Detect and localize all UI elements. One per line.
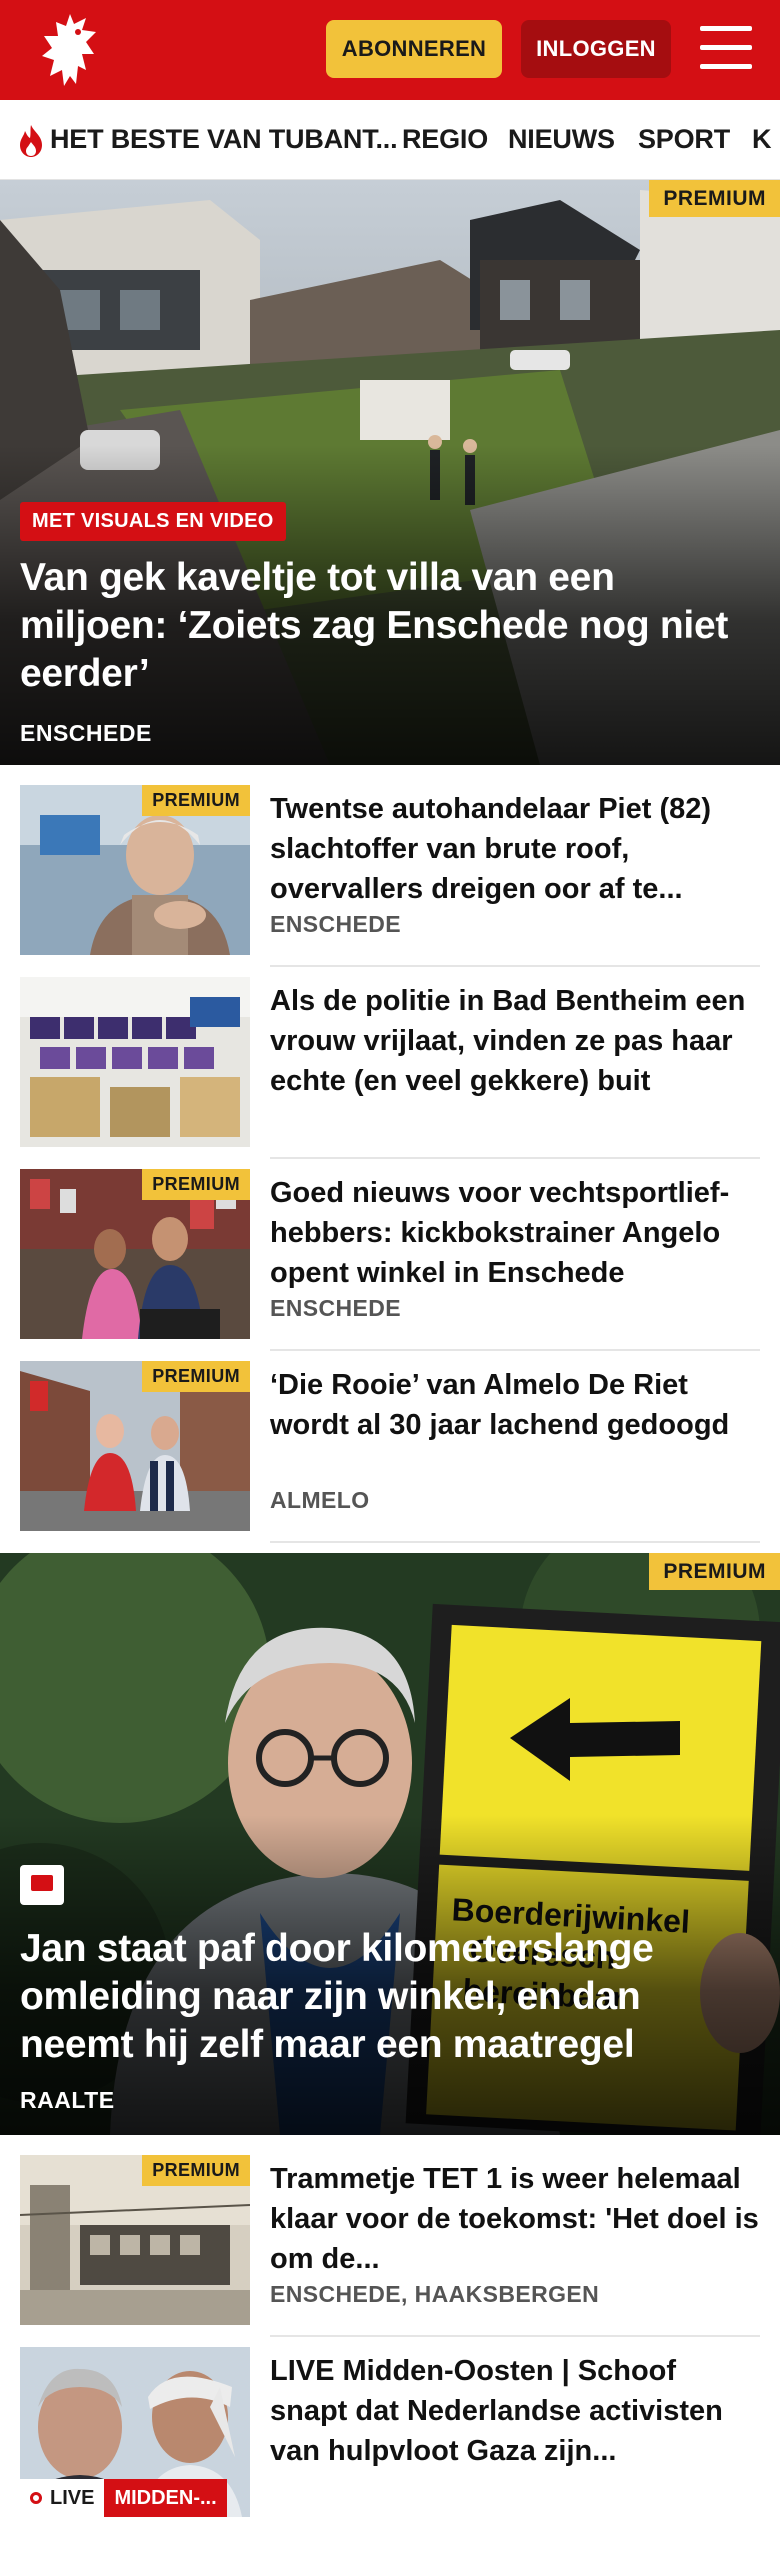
login-button[interactable]: INLOGGEN — [521, 20, 671, 78]
list-item[interactable]: Als de politie in Bad Bentheim een vrouw… — [20, 957, 760, 1159]
menu-icon[interactable] — [700, 26, 752, 70]
premium-badge: PREMIUM — [142, 785, 250, 816]
article-thumbnail: PREMIUM — [20, 1361, 250, 1531]
article-title[interactable]: ‘Die Rooie’ van Almelo De Riet wordt al … — [270, 1365, 760, 1445]
article-title[interactable]: Trammetje TET 1 is weer helemaal klaar v… — [270, 2159, 760, 2279]
article-thumbnail — [20, 977, 250, 1147]
article-title[interactable]: Twentse autohandelaar Piet (82) slachtof… — [270, 789, 760, 909]
hero-title[interactable]: Jan staat paf door kilometerslange omlei… — [20, 1925, 760, 2069]
article-thumbnail: PREMIUM — [20, 785, 250, 955]
premium-badge: PREMIUM — [649, 180, 780, 217]
article-title[interactable]: LIVE Midden-Oosten | Schoof snapt dat Ne… — [270, 2351, 760, 2471]
hero-article-omleiding[interactable]: Boerderijwinkel Overesch bereikbaar PREM… — [0, 1553, 780, 2135]
live-dot-icon — [30, 2492, 42, 2504]
article-title[interactable]: Goed nieuws voor vechtsportlief­hebbers:… — [270, 1173, 760, 1293]
divider — [270, 1541, 760, 1543]
nav-item-regio[interactable]: REGIO — [402, 124, 488, 155]
premium-badge: PREMIUM — [649, 1553, 780, 1590]
list-item[interactable]: PREMIUM Twentse autohandelaar Piet (82) … — [20, 765, 760, 967]
tubantia-horse-logo-icon[interactable] — [34, 10, 106, 90]
flame-icon — [20, 125, 42, 157]
subscribe-button[interactable]: ABONNEREN — [326, 20, 502, 78]
hero-title[interactable]: Van gek kaveltje tot villa van een miljo… — [20, 554, 760, 698]
list-item[interactable]: LIVE MIDDEN-... LIVE Midden-Oosten | Sch… — [20, 2327, 760, 2517]
site-header: ABONNEREN INLOGGEN — [0, 0, 780, 100]
section-nav: HET BESTE VAN TUBANT... REGIO NIEUWS SPO… — [0, 100, 780, 180]
premium-badge: PREMIUM — [142, 1169, 250, 1200]
premium-badge: PREMIUM — [142, 1361, 250, 1392]
nav-item-nieuws[interactable]: NIEUWS — [508, 124, 615, 155]
hero-label-badge: MET VISUALS EN VIDEO — [20, 502, 286, 541]
nav-item-sport[interactable]: SPORT — [638, 124, 730, 155]
live-label: LIVE — [50, 2486, 95, 2509]
article-thumbnail: PREMIUM — [20, 2155, 250, 2325]
article-location[interactable]: ENSCHEDE — [270, 1295, 401, 1322]
nav-item-more[interactable]: K — [752, 124, 772, 155]
article-thumbnail: LIVE MIDDEN-... — [20, 2347, 250, 2517]
article-thumbnail: PREMIUM — [20, 1169, 250, 1339]
list-item[interactable]: PREMIUM Trammetje TET 1 is weer helemaal… — [20, 2135, 760, 2337]
article-location[interactable]: ALMELO — [270, 1487, 370, 1514]
live-badge: LIVE MIDDEN-... — [20, 2479, 227, 2517]
comment-icon — [20, 1865, 64, 1905]
list-item[interactable]: PREMIUM ‘Die Rooie’ van Almelo De Riet w… — [20, 1341, 760, 1543]
nav-item-beste-van-tubantia[interactable]: HET BESTE VAN TUBANT... — [50, 124, 398, 155]
article-location[interactable]: ENSCHEDE — [270, 911, 401, 938]
article-title[interactable]: Als de politie in Bad Bentheim een vrouw… — [270, 981, 760, 1101]
hero-location[interactable]: RAALTE — [20, 2087, 115, 2114]
list-item[interactable]: PREMIUM Goed nieuws voor vechtsportlief­… — [20, 1149, 760, 1351]
live-topic-label: MIDDEN-... — [104, 2479, 227, 2517]
premium-badge: PREMIUM — [142, 2155, 250, 2186]
hero-location[interactable]: ENSCHEDE — [20, 720, 152, 747]
hero-article-villa[interactable]: PREMIUM MET VISUALS EN VIDEO Van gek kav… — [0, 180, 780, 765]
article-location[interactable]: ENSCHEDE, HAAKSBERGEN — [270, 2281, 599, 2308]
